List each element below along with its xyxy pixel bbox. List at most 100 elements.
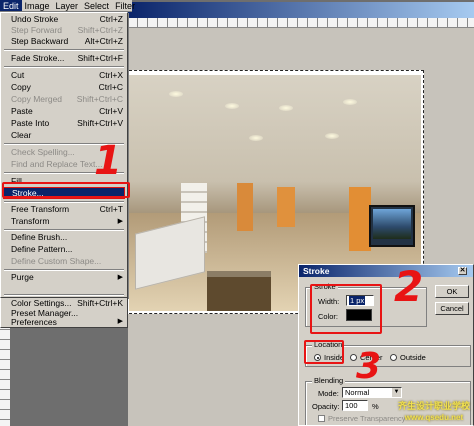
annotation-number-3: 3 bbox=[356, 346, 382, 387]
document-title-bar[interactable] bbox=[128, 2, 474, 18]
mode-label: Mode: bbox=[318, 389, 339, 398]
menu-item-define-pattern[interactable]: Define Pattern... bbox=[3, 244, 125, 255]
menu-item-color-settings[interactable]: Color Settings... Shift+Ctrl+K bbox=[3, 298, 125, 308]
menu-item-step-backward[interactable]: Step Backward Alt+Ctrl+Z bbox=[3, 36, 125, 47]
menu-item-label: Purge bbox=[11, 272, 34, 282]
edit-menu-dropdown-lower: Color Settings... Shift+Ctrl+K Preset Man… bbox=[0, 294, 128, 328]
mode-value: Normal bbox=[345, 388, 370, 397]
menu-item-label: Copy bbox=[11, 82, 31, 92]
menu-item-free-transform[interactable]: Free Transform Ctrl+T bbox=[3, 204, 125, 215]
menu-item-cut[interactable]: Cut Ctrl+X bbox=[3, 70, 125, 81]
menu-item-label: Paste Into bbox=[11, 118, 50, 128]
group-label: Blending bbox=[312, 376, 346, 385]
menu-item-undo-stroke[interactable]: Undo Stroke Ctrl+Z bbox=[3, 14, 125, 25]
menu-separator bbox=[4, 66, 124, 68]
opacity-label: Opacity: bbox=[312, 402, 340, 411]
ceiling-light bbox=[279, 105, 293, 111]
menu-item-copy[interactable]: Copy Ctrl+C bbox=[3, 82, 125, 93]
watermark-line1: 齐生设计职业学校 bbox=[397, 401, 470, 411]
opacity-unit: % bbox=[372, 402, 379, 411]
menu-item-define-custom-shape[interactable]: Define Custom Shape... bbox=[3, 256, 125, 267]
orange-door bbox=[349, 187, 371, 251]
menu-item-shortcut: Ctrl+X bbox=[99, 70, 123, 80]
menu-separator bbox=[4, 201, 124, 203]
annotation-box-stroke bbox=[2, 182, 130, 198]
watermark: 齐生设计职业学校 www.qsedu.net bbox=[398, 401, 470, 423]
ok-button[interactable]: OK bbox=[435, 285, 469, 298]
horizontal-ruler bbox=[128, 18, 474, 28]
orange-door bbox=[277, 187, 295, 227]
menu-item-label: Step Forward bbox=[11, 25, 63, 35]
menu-item-label: Step Backward bbox=[11, 36, 69, 46]
menu-item-define-brush[interactable]: Define Brush... bbox=[3, 232, 125, 243]
menu-item-shortcut: Ctrl+Z bbox=[99, 14, 123, 24]
menu-item-paste[interactable]: Paste Ctrl+V bbox=[3, 106, 125, 117]
coffee-table bbox=[207, 271, 271, 311]
menu-item-shortcut: Ctrl+T bbox=[99, 204, 123, 214]
menu-item-shortcut: Shift+Ctrl+C bbox=[76, 94, 123, 104]
menu-separator bbox=[4, 49, 124, 51]
menu-filter[interactable]: Filter bbox=[112, 0, 138, 11]
menu-item-label: Check Spelling... bbox=[11, 147, 75, 157]
menu-item-label: Preferences bbox=[11, 317, 57, 327]
menu-image[interactable]: Image bbox=[22, 0, 53, 11]
menu-item-label: Define Pattern... bbox=[11, 244, 73, 254]
annotation-number-2: 2 bbox=[394, 262, 424, 311]
menu-item-label: Define Brush... bbox=[11, 232, 68, 242]
menu-item-label: Define Custom Shape... bbox=[11, 256, 102, 266]
menu-item-label: Paste bbox=[11, 106, 33, 116]
menu-item-label: Undo Stroke bbox=[11, 14, 59, 24]
preserve-transparency-checkbox[interactable] bbox=[318, 415, 325, 422]
menu-item-shortcut: Shift+Ctrl+K bbox=[77, 298, 123, 308]
mode-select[interactable]: Normal ▼ bbox=[342, 387, 402, 398]
menu-item-purge[interactable]: Purge ▶ bbox=[3, 272, 125, 283]
menu-item-paste-into[interactable]: Paste Into Shift+Ctrl+V bbox=[3, 118, 125, 129]
menu-item-label: Free Transform bbox=[11, 204, 70, 214]
ceiling-light bbox=[249, 135, 263, 141]
cancel-button[interactable]: Cancel bbox=[435, 302, 469, 315]
annotation-box-inside bbox=[304, 340, 344, 364]
menu-item-label: Copy Merged bbox=[11, 94, 63, 104]
opacity-value: 100 bbox=[345, 401, 358, 410]
menu-item-label: Color Settings... bbox=[11, 298, 72, 308]
menu-layer[interactable]: Layer bbox=[53, 0, 82, 11]
submenu-arrow-icon: ▶ bbox=[117, 274, 123, 281]
menu-select[interactable]: Select bbox=[81, 0, 112, 11]
menu-separator bbox=[4, 294, 124, 296]
menubar: Edit Image Layer Select Filter bbox=[0, 0, 135, 12]
opacity-field[interactable]: 100 bbox=[342, 400, 368, 411]
submenu-arrow-icon: ▶ bbox=[117, 318, 123, 325]
menu-item-preferences[interactable]: Preferences ▶ bbox=[3, 317, 125, 327]
menu-separator bbox=[4, 269, 124, 271]
ceiling-light bbox=[225, 103, 239, 109]
menu-item-shortcut: Alt+Ctrl+Z bbox=[84, 36, 123, 46]
menu-item-fade-stroke[interactable]: Fade Stroke... Shift+Ctrl+F bbox=[3, 53, 125, 64]
submenu-arrow-icon: ▶ bbox=[117, 218, 123, 225]
menu-item-step-forward[interactable]: Step Forward Shift+Ctrl+Z bbox=[3, 25, 125, 36]
annotation-box-width-color bbox=[310, 284, 382, 334]
preserve-transparency-label: Preserve Transparency bbox=[328, 414, 406, 423]
ceiling-light bbox=[169, 91, 183, 97]
menu-item-shortcut: Ctrl+V bbox=[99, 106, 123, 116]
menu-item-copy-merged[interactable]: Copy Merged Shift+Ctrl+C bbox=[3, 94, 125, 105]
dialog-title: Stroke bbox=[303, 266, 330, 276]
menu-item-shortcut: Shift+Ctrl+V bbox=[77, 118, 123, 128]
orange-door bbox=[237, 183, 253, 231]
menu-edit[interactable]: Edit bbox=[0, 0, 22, 11]
menu-item-shortcut: Shift+Ctrl+Z bbox=[77, 25, 123, 35]
menu-item-label: Fade Stroke... bbox=[11, 53, 65, 63]
menu-item-label: Transform bbox=[11, 216, 50, 226]
menu-item-label: Cut bbox=[11, 70, 25, 80]
close-icon[interactable]: ✕ bbox=[458, 267, 467, 275]
chevron-down-icon: ▼ bbox=[392, 388, 401, 397]
radio-outside[interactable] bbox=[390, 354, 397, 361]
menu-item-label: Find and Replace Text... bbox=[11, 159, 103, 169]
menu-separator bbox=[4, 229, 124, 231]
watermark-line2: www.qsedu.net bbox=[404, 413, 464, 422]
menu-item-label: Clear bbox=[11, 130, 32, 140]
ceiling-light bbox=[325, 133, 339, 139]
dialog-title-bar[interactable]: Stroke ✕ bbox=[299, 265, 473, 277]
annotation-number-1: 1 bbox=[94, 138, 122, 184]
television bbox=[369, 205, 415, 247]
menu-item-transform[interactable]: Transform ▶ bbox=[3, 216, 125, 227]
